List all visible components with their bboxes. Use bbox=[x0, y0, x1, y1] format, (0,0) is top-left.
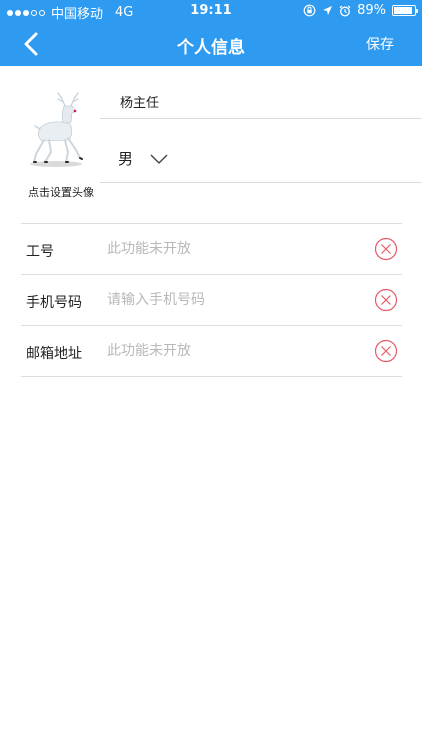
email-label: 邮箱地址 bbox=[26, 346, 82, 362]
divider bbox=[100, 118, 422, 119]
phone-label: 手机号码 bbox=[26, 295, 82, 311]
clear-icon[interactable] bbox=[374, 237, 398, 261]
clear-icon[interactable] bbox=[374, 288, 398, 312]
avatar-deer-icon[interactable] bbox=[22, 88, 100, 174]
chevron-down-icon bbox=[150, 154, 168, 164]
location-icon bbox=[323, 6, 333, 15]
battery-icon bbox=[392, 5, 418, 16]
gender-value: 男 bbox=[118, 150, 134, 168]
email-row: 邮箱地址 bbox=[21, 326, 402, 377]
clear-icon[interactable] bbox=[374, 339, 398, 363]
divider bbox=[100, 182, 422, 183]
name-field[interactable]: 杨主任 bbox=[120, 92, 159, 111]
gender-selector[interactable]: 男 bbox=[118, 148, 169, 169]
status-right: 89% bbox=[303, 3, 418, 18]
battery-percent: 89% bbox=[357, 3, 386, 18]
orientation-lock-icon bbox=[303, 4, 316, 17]
nav-bar: 个人信息 保存 bbox=[0, 22, 422, 66]
phone-row: 手机号码 bbox=[21, 275, 402, 326]
employee-id-row: 工号 bbox=[21, 224, 402, 275]
page-title: 个人信息 bbox=[177, 38, 245, 58]
header: 中国移动 4G 19:11 89% 个人信息 保存 bbox=[0, 0, 422, 66]
status-bar: 中国移动 4G 19:11 89% bbox=[0, 0, 422, 22]
phone-input[interactable] bbox=[107, 288, 347, 312]
email-input[interactable] bbox=[107, 339, 347, 363]
avatar-label[interactable]: 点击设置头像 bbox=[22, 184, 100, 200]
save-button[interactable]: 保存 bbox=[366, 34, 394, 54]
alarm-icon bbox=[339, 5, 351, 16]
employee-id-label: 工号 bbox=[26, 244, 54, 260]
employee-id-input[interactable] bbox=[107, 237, 347, 261]
